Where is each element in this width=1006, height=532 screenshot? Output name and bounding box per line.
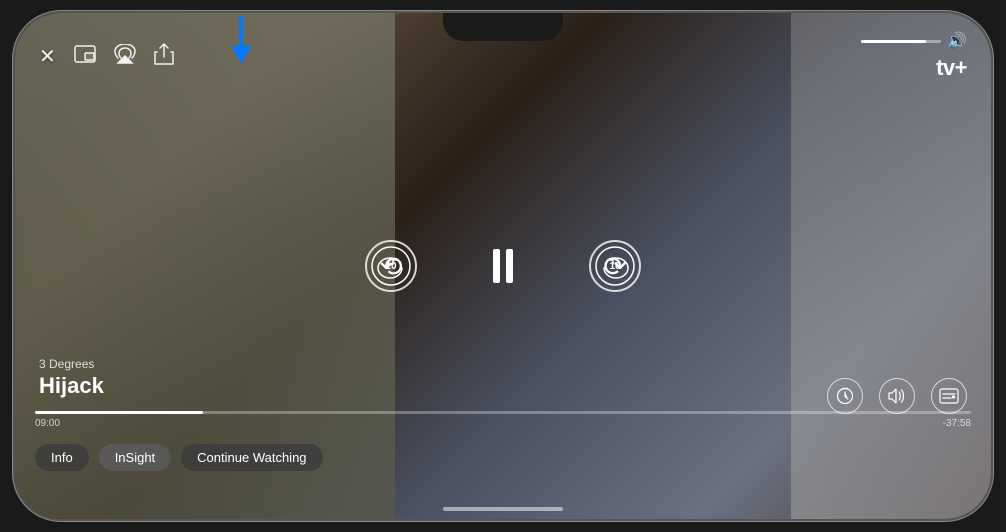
- forward-button[interactable]: 10: [589, 240, 641, 292]
- bottom-buttons: Info InSight Continue Watching: [35, 444, 323, 471]
- audio-button[interactable]: [879, 378, 915, 414]
- phone-notch: [443, 13, 563, 41]
- show-title: Hijack: [39, 373, 104, 399]
- share-button[interactable]: [154, 43, 174, 70]
- pause-button[interactable]: [477, 240, 529, 292]
- close-button[interactable]: ✕: [39, 44, 56, 69]
- home-indicator: [443, 507, 563, 511]
- forward-seconds: 10: [609, 261, 620, 272]
- title-area: 3 Degrees Hijack: [39, 357, 104, 399]
- episode-label: 3 Degrees: [39, 357, 104, 371]
- progress-fill: [35, 411, 203, 414]
- top-right-area: 🔊 tv+: [861, 31, 967, 81]
- controls-overlay: ✕: [15, 13, 991, 519]
- pause-icon: [493, 249, 513, 283]
- current-time: 09:00: [35, 418, 60, 429]
- playback-speed-button[interactable]: [827, 378, 863, 414]
- picture-in-picture-button[interactable]: [74, 45, 96, 68]
- volume-icon: 🔊: [947, 31, 967, 51]
- progress-times: 09:00 -37:58: [35, 418, 971, 429]
- airplay-button[interactable]: [114, 44, 136, 69]
- volume-track: [861, 40, 941, 43]
- center-controls: 10 10: [365, 240, 641, 292]
- right-side-controls: [827, 378, 967, 414]
- remaining-time: -37:58: [943, 418, 971, 429]
- appletv-text: tv+: [936, 55, 967, 81]
- rewind-seconds: 10: [385, 261, 396, 272]
- rewind-button[interactable]: 10: [365, 240, 417, 292]
- volume-fill: [861, 40, 926, 43]
- subtitles-button[interactable]: [931, 378, 967, 414]
- blue-arrow-indicator: [231, 18, 251, 64]
- top-left-controls: ✕: [39, 43, 174, 70]
- volume-control[interactable]: 🔊: [861, 31, 967, 51]
- continue-watching-button[interactable]: Continue Watching: [181, 444, 322, 471]
- appletv-logo: tv+: [934, 55, 967, 81]
- phone-frame: ✕: [13, 11, 993, 521]
- insight-button[interactable]: InSight: [99, 444, 171, 471]
- info-button[interactable]: Info: [35, 444, 89, 471]
